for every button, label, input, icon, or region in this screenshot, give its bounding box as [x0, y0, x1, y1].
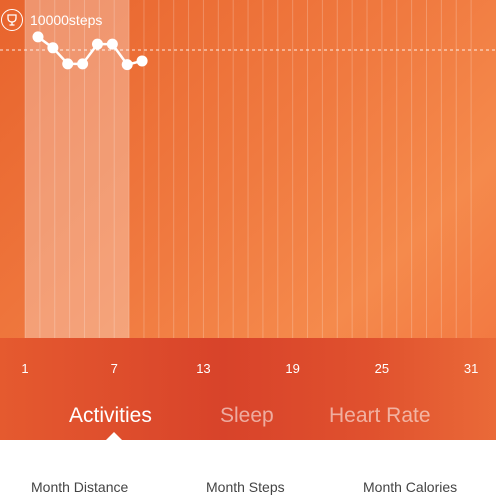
goal-indicator: 10000steps: [0, 8, 102, 32]
x-tick-label: 7: [110, 361, 118, 376]
tab-activities[interactable]: Activities: [69, 404, 152, 428]
steps-data-point: [47, 42, 59, 54]
trophy-icon: [1, 9, 23, 31]
tab-heart-rate[interactable]: Heart Rate: [329, 404, 431, 428]
goal-label: 10000steps: [30, 12, 103, 28]
steps-data-point: [121, 59, 133, 71]
steps-data-point: [136, 55, 148, 67]
category-tabs: Activities Sleep Heart Rate: [0, 396, 496, 440]
selected-week-band: [25, 0, 130, 338]
steps-data-point: [32, 31, 44, 43]
steps-data-point: [106, 38, 118, 50]
month-steps-label: Month Steps: [206, 479, 285, 495]
steps-data-point: [91, 38, 103, 50]
tab-sleep[interactable]: Sleep: [220, 404, 274, 428]
x-tick-label: 31: [463, 361, 479, 376]
steps-data-point: [77, 58, 89, 70]
month-distance-label: Month Distance: [31, 479, 129, 495]
month-stats: Month Distance Month Steps Month Calorie…: [0, 440, 496, 496]
activity-chart-panel: 10000steps 1 7 13 19 25 31 Activities Sleep H…: [0, 0, 496, 440]
x-tick-label: 13: [196, 361, 211, 376]
active-tab-indicator: [106, 432, 122, 440]
x-tick-label: 19: [285, 361, 300, 376]
steps-data-point: [62, 58, 74, 70]
x-tick-label: 25: [374, 361, 390, 376]
daily-steps-chart: [0, 0, 496, 338]
x-tick-label: 1: [21, 361, 29, 376]
month-calories-label: Month Calories: [363, 479, 458, 495]
